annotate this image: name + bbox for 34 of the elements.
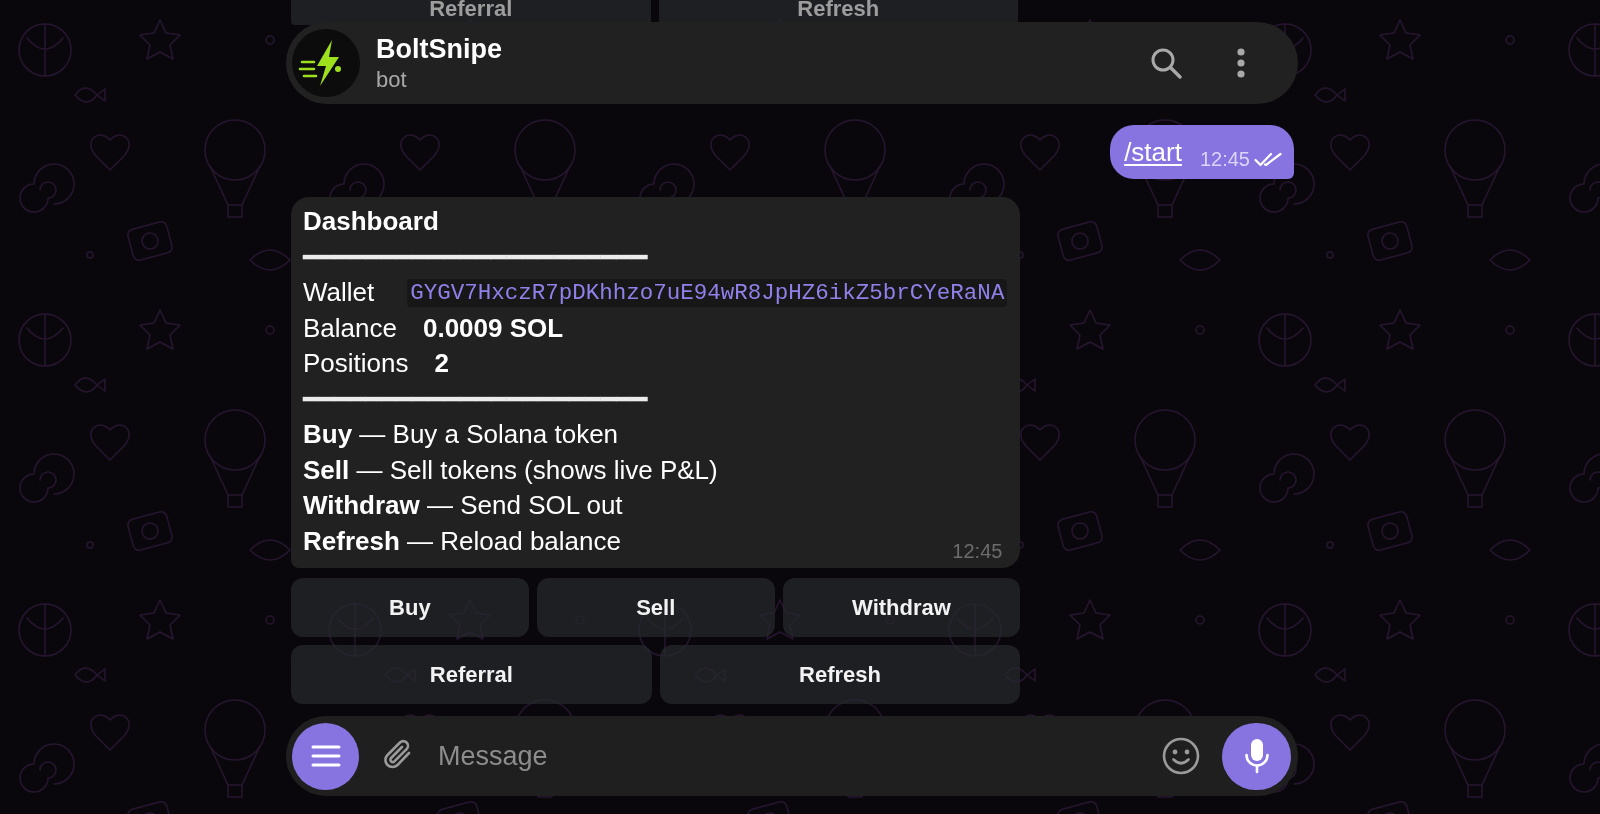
voice-record-button[interactable]	[1222, 722, 1291, 790]
microphone-icon	[1243, 738, 1270, 774]
field-label: Positions	[303, 347, 409, 380]
separator-line: ━━━━━━━━━━━━━━━━━━━━━━	[303, 382, 648, 416]
message-input[interactable]: Message	[438, 731, 1150, 781]
field-value: 0.0009 SOL	[422, 311, 564, 345]
field-label: Wallet	[303, 276, 375, 309]
menu-button[interactable]	[292, 722, 359, 790]
keyboard-button[interactable]: Sell	[536, 578, 775, 637]
more-options-icon	[1237, 48, 1245, 78]
emoji-button[interactable]	[1162, 737, 1200, 775]
command-description: Buy — Buy a Solana token	[303, 418, 619, 451]
command-link[interactable]: /start	[1124, 135, 1182, 169]
command-description: Refresh — Reload balance	[303, 524, 621, 558]
menu-icon	[310, 745, 341, 767]
chat-subtitle: bot	[376, 66, 407, 94]
keyboard-button[interactable]: Buy	[291, 578, 529, 637]
lightning-bolt-avatar-icon[interactable]	[292, 29, 360, 97]
field-value: 2	[434, 347, 449, 380]
keyboard-button[interactable]: Referral	[291, 645, 652, 704]
chat-title: BoltSnipe	[376, 33, 502, 66]
command-description: Sell — Sell tokens (shows live P&L)	[303, 453, 718, 487]
search-icon	[1150, 47, 1182, 79]
command-description: Withdraw — Send SOL out	[303, 489, 623, 522]
message-time: 12:45	[952, 539, 1003, 563]
keyboard-button[interactable]: Withdraw	[782, 578, 1021, 637]
message-title: Dashboard	[303, 205, 439, 238]
smiley-icon	[1162, 737, 1200, 775]
field-label: Balance	[303, 311, 397, 345]
message-time: 12:45	[1199, 147, 1250, 171]
message-composer[interactable]: Message	[286, 716, 1298, 796]
keyboard-button[interactable]: Refresh	[659, 645, 1021, 704]
separator-line: ━━━━━━━━━━━━━━━━━━━━━━	[303, 240, 648, 274]
wallet-address[interactable]: GYGV7HxczR7pDKhhzo7uE94wR8JpHZ6ikZ5brCYeRaNA	[407, 278, 1008, 307]
